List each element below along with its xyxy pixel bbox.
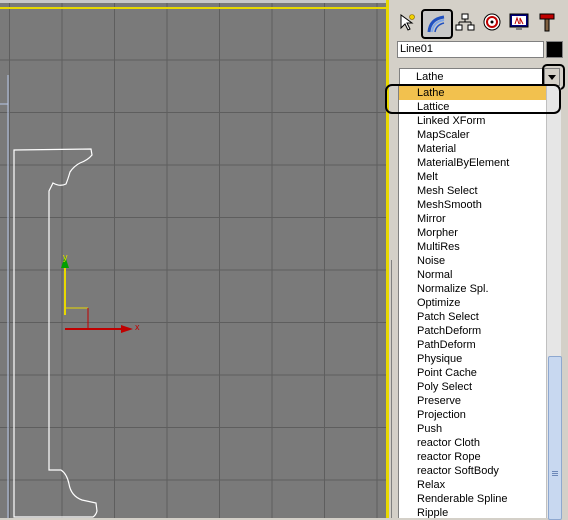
tab-create[interactable] <box>395 10 419 34</box>
list-item[interactable]: MeshSmooth <box>399 198 546 212</box>
tab-modify[interactable] <box>421 9 453 39</box>
object-name-field[interactable]: Line01 <box>397 41 544 58</box>
list-item[interactable]: Point Cache <box>399 366 546 380</box>
list-item[interactable]: Material <box>399 142 546 156</box>
spline-profile-line01 <box>13 148 98 518</box>
list-item[interactable]: reactor Rope <box>399 450 546 464</box>
utilities-hammer-icon <box>539 13 555 32</box>
list-item[interactable]: Optimize <box>399 296 546 310</box>
motion-icon <box>483 13 501 31</box>
selected-item-highlight <box>385 84 561 114</box>
list-item[interactable]: MultiRes <box>399 240 546 254</box>
tab-hierarchy[interactable] <box>453 10 477 34</box>
modify-arc-icon <box>427 15 445 33</box>
gizmo-x-arrow <box>121 325 133 333</box>
viewport-canvas[interactable]: y x <box>0 0 387 518</box>
rollout-edge <box>391 260 396 518</box>
scrollbar-thumb[interactable] <box>548 356 562 520</box>
list-item[interactable]: Morpher <box>399 226 546 240</box>
list-item[interactable]: Projection <box>399 408 546 422</box>
modifier-list-scrollbar[interactable] <box>546 86 562 520</box>
list-item[interactable]: Linked XForm <box>399 114 546 128</box>
viewport-front[interactable]: y x <box>0 0 387 518</box>
list-item[interactable]: reactor SoftBody <box>399 464 546 478</box>
command-panel-tabbar <box>389 8 568 39</box>
list-item[interactable]: Relax <box>399 478 546 492</box>
list-item[interactable]: Melt <box>399 170 546 184</box>
object-color-swatch[interactable] <box>546 41 563 58</box>
hierarchy-icon <box>455 13 475 31</box>
create-pointer-icon <box>400 14 415 31</box>
list-item[interactable]: Normal <box>399 268 546 282</box>
list-item[interactable]: Mirror <box>399 212 546 226</box>
list-item[interactable]: reactor Cloth <box>399 436 546 450</box>
scrollbar-grip-icon <box>552 471 558 472</box>
list-item[interactable]: Push <box>399 422 546 436</box>
tab-utilities[interactable] <box>535 10 559 34</box>
list-item[interactable]: Normalize Spl. <box>399 282 546 296</box>
list-item[interactable]: PathDeform <box>399 338 546 352</box>
command-panel: Line01 Lathe Lathe Lattice Linked XForm … <box>389 0 568 520</box>
display-monitor-icon <box>509 13 529 30</box>
gizmo-x-label: x <box>135 322 140 332</box>
list-item[interactable]: MaterialByElement <box>399 156 546 170</box>
tab-display[interactable] <box>507 10 531 34</box>
list-item[interactable]: MapScaler <box>399 128 546 142</box>
list-item[interactable]: PatchDeform <box>399 324 546 338</box>
tab-motion[interactable] <box>480 10 504 34</box>
list-item[interactable]: Noise <box>399 254 546 268</box>
list-item[interactable]: Preserve <box>399 394 546 408</box>
list-item[interactable]: Renderable Spline <box>399 492 546 506</box>
modifier-list[interactable]: Lathe Lattice Linked XForm MapScaler Mat… <box>398 86 546 518</box>
modifier-list-selected: Lathe <box>416 71 444 83</box>
list-item[interactable]: Ripple <box>399 506 546 518</box>
list-item[interactable]: Mesh Select <box>399 184 546 198</box>
gizmo-y-label: y <box>63 252 68 262</box>
viewport-active-border-top <box>0 7 387 9</box>
list-item[interactable]: Physique <box>399 352 546 366</box>
list-item[interactable]: Patch Select <box>399 310 546 324</box>
list-item[interactable]: Poly Select <box>399 380 546 394</box>
